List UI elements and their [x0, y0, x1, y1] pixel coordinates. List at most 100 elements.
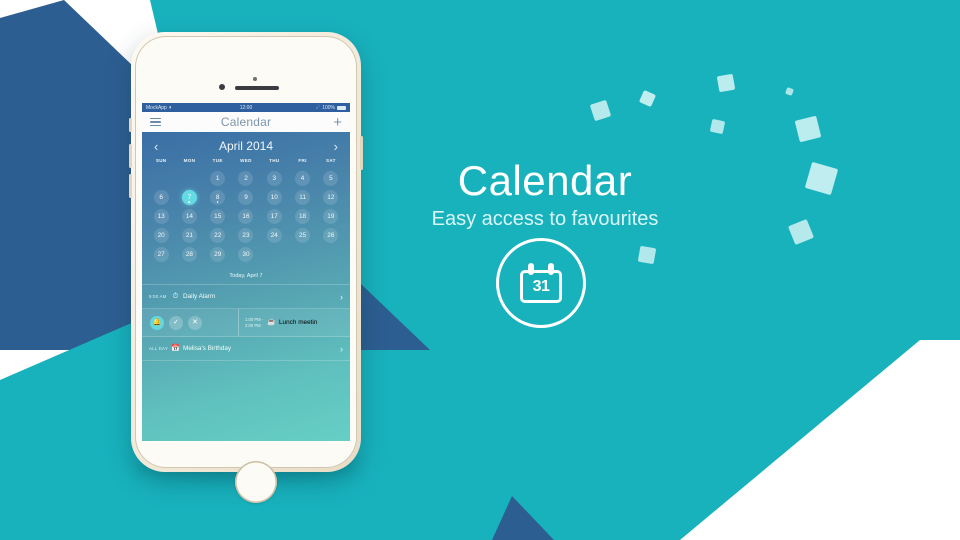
- calendar-day-7[interactable]: 7: [181, 189, 197, 205]
- calendar-day-17[interactable]: 17: [266, 208, 282, 224]
- weekday-header-row: SUN MON TUE WED THU FRI SAT: [142, 156, 350, 167]
- calendar-cell[interactable]: 12: [317, 188, 345, 206]
- calendar-day-6[interactable]: 6: [153, 189, 169, 205]
- calendar-cell[interactable]: 7: [175, 188, 203, 206]
- calendar-cell[interactable]: 24: [260, 226, 288, 244]
- calendar-day-12[interactable]: 12: [323, 189, 339, 205]
- calendar-cell[interactable]: 16: [232, 207, 260, 225]
- calendar-day-9[interactable]: 9: [238, 189, 254, 205]
- calendar-day-8[interactable]: 8: [210, 189, 226, 205]
- bell-icon[interactable]: 🔔: [150, 315, 164, 330]
- calendar-day-16[interactable]: 16: [238, 208, 254, 224]
- status-bar-right: ☄ 100%: [316, 105, 346, 111]
- month-navigation: ‹ April 2014 ›: [142, 132, 350, 156]
- bluetooth-icon: ☄: [315, 104, 321, 111]
- calendar-cell[interactable]: 1: [204, 169, 232, 187]
- calendar-cell[interactable]: 6: [147, 188, 175, 206]
- chevron-left-icon[interactable]: ‹: [154, 140, 168, 153]
- volume-up-button[interactable]: [129, 144, 132, 168]
- event-time-end: 2:00 PM: [245, 322, 261, 328]
- calendar-day-29[interactable]: 29: [210, 246, 226, 262]
- calendar-cell[interactable]: 22: [204, 226, 232, 244]
- event-time-range: 1:00 PM - 2:00 PM: [245, 317, 267, 328]
- page-title: Calendar: [457, 157, 633, 204]
- calendar-day-19[interactable]: 19: [323, 208, 339, 224]
- calendar-day-10[interactable]: 10: [266, 189, 282, 205]
- weekday-label-mon: MON: [183, 158, 196, 163]
- event-title: Daily Alarm: [183, 293, 216, 300]
- calendar-cell-empty: [175, 169, 203, 187]
- calendar-day-30[interactable]: 30: [238, 246, 254, 262]
- calendar-cell[interactable]: 9: [232, 188, 260, 206]
- calendar-cell[interactable]: 29: [204, 245, 232, 263]
- calendar-cell[interactable]: 14: [175, 207, 203, 225]
- calendar-day-3[interactable]: 3: [266, 170, 282, 186]
- calendar-cell[interactable]: 17: [260, 207, 288, 225]
- calendar-day-grid: 1 2 3 4 5 6 7 8 9 10 11 12 13 14 15 16 17 18 19 20 21 22 23 24 2…: [142, 167, 350, 263]
- calendar-day-28[interactable]: 28: [181, 246, 197, 262]
- calendar-badge-number: 31: [532, 278, 550, 295]
- calendar-cell[interactable]: 25: [288, 226, 316, 244]
- check-icon[interactable]: ✓: [169, 315, 183, 330]
- calendar-day-24[interactable]: 24: [266, 227, 282, 243]
- power-button[interactable]: [360, 136, 363, 170]
- calendar-cell[interactable]: 4: [288, 169, 316, 187]
- calendar-day-27[interactable]: 27: [153, 246, 169, 262]
- calendar-day-21[interactable]: 21: [181, 227, 197, 243]
- list-item-swiped[interactable]: 🔔 ✓ ✕ 1:00 PM - 2:00 PM ☕ Lunch meetin: [142, 309, 350, 337]
- proximity-sensor-icon: [253, 77, 257, 81]
- calendar-cell[interactable]: 5: [317, 169, 345, 187]
- calendar-day-1[interactable]: 1: [210, 170, 226, 186]
- calendar-day-22[interactable]: 22: [210, 227, 226, 243]
- calendar-cell[interactable]: 23: [232, 226, 260, 244]
- list-item[interactable]: 9:00 AM ⏱ Daily Alarm ›: [142, 285, 350, 309]
- event-preview: 1:00 PM - 2:00 PM ☕ Lunch meetin: [238, 309, 350, 336]
- weekday-label-sat: SAT: [325, 158, 336, 163]
- battery-percent-label: 100%: [322, 104, 335, 111]
- page-subtitle: Easy access to favourites: [431, 208, 659, 230]
- calendar-cell[interactable]: 30: [232, 245, 260, 263]
- alarm-clock-icon: ⏱: [172, 293, 179, 300]
- calendar-day-26[interactable]: 26: [323, 227, 339, 243]
- calendar-cell[interactable]: 8: [204, 188, 232, 206]
- calendar-day-20[interactable]: 20: [153, 227, 169, 243]
- calendar-day-13[interactable]: 13: [153, 208, 169, 224]
- calendar-cell[interactable]: 20: [147, 226, 175, 244]
- calendar-glyph: 31: [520, 263, 562, 303]
- calendar-day-25[interactable]: 25: [295, 227, 311, 243]
- calendar-day-18[interactable]: 18: [295, 208, 311, 224]
- home-button[interactable]: [235, 461, 277, 503]
- promo-slide: Calendar Easy access to favourites 31 Mo: [0, 0, 960, 540]
- calendar-view: ‹ April 2014 › SUN MON TUE WED THU FRI SAT 123…: [142, 132, 350, 441]
- calendar-cell[interactable]: 18: [288, 207, 316, 225]
- calendar-cell[interactable]: 3: [260, 169, 288, 187]
- calendar-cell[interactable]: 26: [317, 226, 345, 244]
- calendar-cell[interactable]: 27: [147, 245, 175, 263]
- calendar-cell[interactable]: 2: [232, 169, 260, 187]
- calendar-day-23[interactable]: 23: [238, 227, 254, 243]
- calendar-day-11[interactable]: 11: [295, 189, 311, 205]
- chevron-right-icon[interactable]: ›: [340, 344, 343, 354]
- calendar-cell[interactable]: 13: [147, 207, 175, 225]
- calendar-cell[interactable]: 19: [317, 207, 345, 225]
- promo-text-block: Calendar Easy access to favourites: [420, 160, 670, 231]
- calendar-cell[interactable]: 28: [175, 245, 203, 263]
- calendar-day-5[interactable]: 5: [323, 170, 339, 186]
- chevron-right-icon[interactable]: ›: [340, 292, 343, 302]
- mute-switch[interactable]: [129, 118, 132, 132]
- calendar-cell[interactable]: 10: [260, 188, 288, 206]
- calendar-cell[interactable]: 15: [204, 207, 232, 225]
- event-time: 9:00 AM: [149, 294, 167, 299]
- calendar-day-15[interactable]: 15: [210, 208, 226, 224]
- calendar-cell[interactable]: 21: [175, 226, 203, 244]
- list-item[interactable]: ALL DAY 📅 Melisa's Birthday ›: [142, 337, 350, 361]
- volume-down-button[interactable]: [129, 174, 132, 198]
- calendar-cell[interactable]: 11: [288, 188, 316, 206]
- close-icon[interactable]: ✕: [188, 315, 202, 330]
- calendar-day-14[interactable]: 14: [181, 208, 197, 224]
- plus-icon[interactable]: +: [333, 115, 342, 130]
- chevron-right-icon[interactable]: ›: [324, 140, 338, 153]
- calendar-day-4[interactable]: 4: [295, 170, 311, 186]
- calendar-day-2[interactable]: 2: [238, 170, 254, 186]
- phone-screen: MockApp ◐ 12:00 ☄ 100% Calendar + ‹ Apri…: [142, 103, 350, 441]
